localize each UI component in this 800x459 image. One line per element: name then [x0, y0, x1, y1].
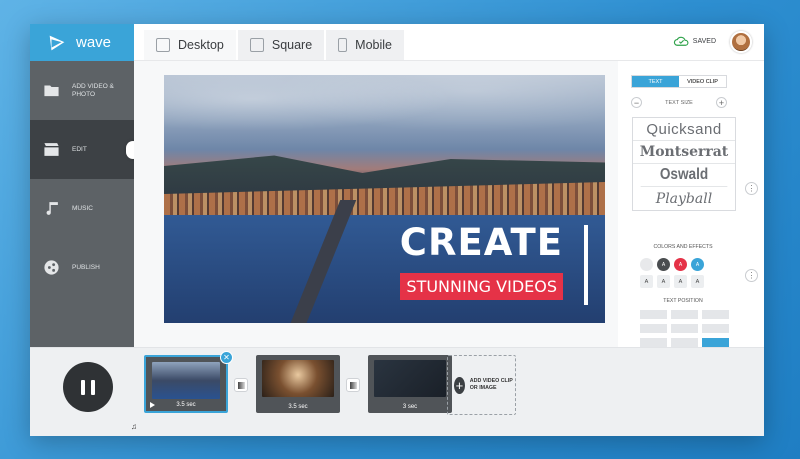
position-cell[interactable] [671, 338, 698, 347]
effect-option[interactable]: A [640, 275, 653, 288]
wave-logo-icon [49, 35, 65, 50]
sidebar-item-edit[interactable]: EDIT [30, 120, 134, 179]
transition-button[interactable] [234, 378, 248, 392]
music-note-icon: ♫ [131, 422, 137, 431]
transition-button[interactable] [346, 378, 360, 392]
text-position-label: TEXT POSITION [663, 298, 703, 304]
headline-text[interactable]: CREATE [400, 221, 563, 264]
remove-clip-button[interactable]: ✕ [220, 351, 233, 364]
sidebar-item-label: MUSIC [72, 204, 93, 212]
tab-label: Desktop [178, 38, 224, 52]
color-swatch[interactable]: A [674, 258, 687, 271]
font-option[interactable]: Playball [633, 187, 735, 210]
format-tabs: Desktop Square Mobile [144, 30, 404, 60]
increase-size-button[interactable]: + [716, 97, 727, 108]
color-swatches: A A A A A A A [640, 258, 710, 288]
saved-status: SAVED [673, 35, 716, 47]
sidebar-item-label: PUBLISH [72, 263, 100, 271]
headline-accent-bar [584, 225, 588, 305]
cloud-check-icon [673, 36, 689, 46]
brand-logo[interactable]: wave [30, 24, 134, 61]
top-bar: Desktop Square Mobile SAVED [134, 24, 764, 61]
clip-thumbnail [262, 360, 334, 397]
sidebar-item-label: EDIT [72, 145, 87, 153]
video-preview[interactable]: CREATE STUNNING VIDEOS [164, 75, 605, 323]
clapperboard-icon [42, 141, 60, 159]
color-swatch[interactable]: A [657, 258, 670, 271]
sidebar-item-publish[interactable]: PUBLISH [30, 238, 134, 297]
position-cell[interactable] [671, 310, 698, 319]
plus-icon: + [454, 376, 465, 394]
transition-icon [238, 382, 245, 389]
timeline-clip[interactable]: 3.5 sec [256, 355, 340, 413]
clip-duration: 3 sec [402, 404, 418, 410]
subline-text[interactable]: STUNNING VIDEOS [400, 273, 563, 300]
effect-option[interactable]: A [674, 275, 687, 288]
text-panel: TEXT VIDEO CLIP − TEXT SIZE + Quicksand … [618, 61, 764, 347]
colors-label: COLORS AND EFFECTS [653, 244, 713, 250]
sidebar: wave ADD VIDEO & PHOTO EDIT MUSIC PUBLIS… [30, 24, 134, 347]
sky [164, 75, 605, 155]
font-option[interactable]: Quicksand [633, 118, 735, 141]
panel-toggle: TEXT VIDEO CLIP [631, 75, 727, 88]
color-swatch[interactable] [640, 258, 653, 271]
film-folder-icon [42, 82, 60, 100]
more-fonts-button[interactable]: ⋮ [745, 182, 758, 195]
color-swatch[interactable]: A [691, 258, 704, 271]
tab-mobile[interactable]: Mobile [326, 30, 404, 60]
position-cell[interactable] [702, 310, 729, 319]
music-note-icon [42, 200, 60, 218]
text-size-control: − TEXT SIZE + [631, 97, 727, 108]
timeline-clip[interactable]: 3 sec [368, 355, 452, 413]
decrease-size-button[interactable]: − [631, 97, 642, 108]
pause-button[interactable] [63, 362, 113, 412]
timeline: 3.5 sec ✕ 3.5 sec 3 sec + ADD VIDEO CLIP… [30, 347, 764, 436]
tab-label: Mobile [355, 38, 392, 52]
position-cell-selected[interactable] [702, 338, 729, 347]
clip-thumbnail [152, 362, 220, 399]
timeline-clip[interactable]: 3.5 sec [144, 355, 228, 413]
transition-icon [350, 382, 357, 389]
brand-name: wave [76, 34, 112, 51]
font-list: Quicksand Montserrat Oswald Playball [632, 117, 736, 211]
effect-option[interactable]: A [691, 275, 704, 288]
tab-square[interactable]: Square [237, 30, 325, 60]
clip-duration: 3.5 sec [288, 404, 308, 410]
position-cell[interactable] [640, 310, 667, 319]
avatar[interactable] [730, 31, 752, 53]
clip-thumbnail [374, 360, 446, 397]
effect-option[interactable]: A [657, 275, 670, 288]
more-colors-button[interactable]: ⋮ [745, 269, 758, 282]
sidebar-item-label: ADD VIDEO & PHOTO [72, 82, 114, 98]
tab-desktop[interactable]: Desktop [144, 30, 236, 60]
toggle-video-clip[interactable]: VIDEO CLIP [679, 76, 726, 87]
desktop-icon [156, 38, 170, 52]
font-option[interactable]: Montserrat [633, 141, 735, 164]
editor-window: wave ADD VIDEO & PHOTO EDIT MUSIC PUBLIS… [30, 24, 764, 436]
square-icon [249, 38, 264, 52]
add-clip-label: ADD VIDEO CLIP OR IMAGE [469, 378, 513, 391]
tab-label: Square [271, 38, 313, 52]
text-size-label: TEXT SIZE [665, 99, 693, 106]
sidebar-item-add-video[interactable]: ADD VIDEO & PHOTO [30, 61, 134, 120]
position-cell[interactable] [702, 324, 729, 333]
saved-label: SAVED [692, 37, 716, 45]
add-clip-button[interactable]: + ADD VIDEO CLIP OR IMAGE [447, 355, 516, 415]
font-option[interactable]: Oswald [640, 164, 728, 187]
position-cell[interactable] [671, 324, 698, 333]
clip-duration: 3.5 sec [176, 402, 196, 408]
share-icon [42, 259, 60, 277]
position-cell[interactable] [640, 338, 667, 347]
preview-area: CREATE STUNNING VIDEOS [134, 61, 618, 347]
text-position-grid [640, 310, 729, 347]
mobile-icon [338, 38, 348, 52]
toggle-text[interactable]: TEXT [632, 76, 679, 87]
position-cell[interactable] [640, 324, 667, 333]
sidebar-item-music[interactable]: MUSIC [30, 179, 134, 238]
